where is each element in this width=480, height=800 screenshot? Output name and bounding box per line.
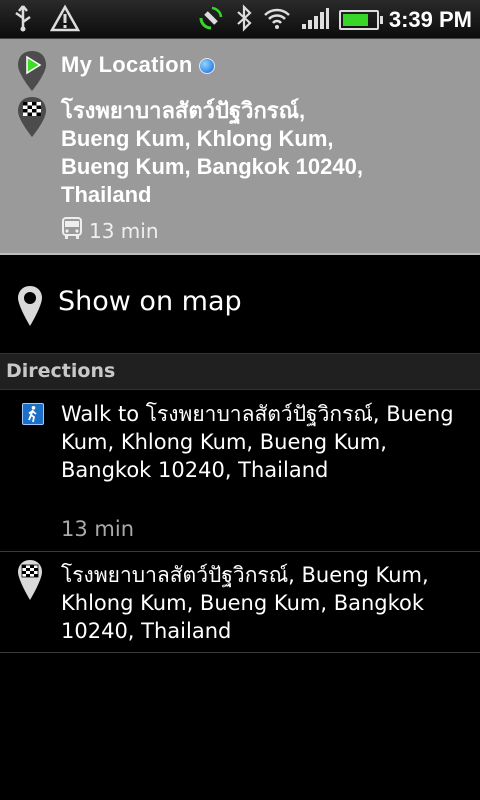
directions-header: Directions xyxy=(0,353,480,390)
wifi-icon xyxy=(263,6,291,34)
route-summary[interactable]: My Location โรงพยาบาลสัตว์ปัฐวิกรณ์, Bue… xyxy=(0,39,480,255)
directions-header-label: Directions xyxy=(6,360,116,382)
step-text: Walk to โรงพยาบาลสัตว์ปัฐวิกรณ์, Bueng K… xyxy=(61,402,454,482)
show-on-map-label: Show on map xyxy=(58,286,242,317)
destination-address: โรงพยาบาลสัตว์ปัฐวิกรณ์, Bueng Kum, Khlo… xyxy=(61,98,363,207)
battery-icon xyxy=(338,10,383,30)
origin-row: My Location xyxy=(61,52,215,78)
step-text: โรงพยาบาลสัตว์ปัฐวิกรณ์, Bueng Kum, Khlo… xyxy=(61,563,429,643)
route-duration: 13 min xyxy=(61,216,159,245)
status-bar: 3:39 PM xyxy=(0,0,480,39)
destination-pin-icon xyxy=(16,95,48,143)
signal-icon xyxy=(301,6,329,34)
origin-pin-icon xyxy=(16,49,48,97)
bus-icon xyxy=(61,216,83,245)
origin-label: My Location xyxy=(61,52,193,77)
show-on-map-button[interactable]: Show on map xyxy=(0,256,480,352)
destination-flag-pin-icon xyxy=(16,558,44,606)
usb-icon xyxy=(10,4,36,36)
map-pin-icon xyxy=(16,284,44,332)
direction-step-walk[interactable]: Walk to โรงพยาบาลสัตว์ปัฐวิกรณ์, Bueng K… xyxy=(0,389,480,552)
duration-text: 13 min xyxy=(89,218,159,243)
location-dot-icon xyxy=(198,58,215,75)
walk-icon xyxy=(22,403,44,425)
status-time: 3:39 PM xyxy=(388,7,472,32)
step-time: 13 min xyxy=(61,517,134,541)
warning-icon xyxy=(49,4,81,36)
bluetooth-icon xyxy=(235,4,253,36)
direction-step-destination[interactable]: โรงพยาบาลสัตว์ปัฐวิกรณ์, Bueng Kum, Khlo… xyxy=(0,552,480,653)
gps-icon xyxy=(197,4,225,36)
